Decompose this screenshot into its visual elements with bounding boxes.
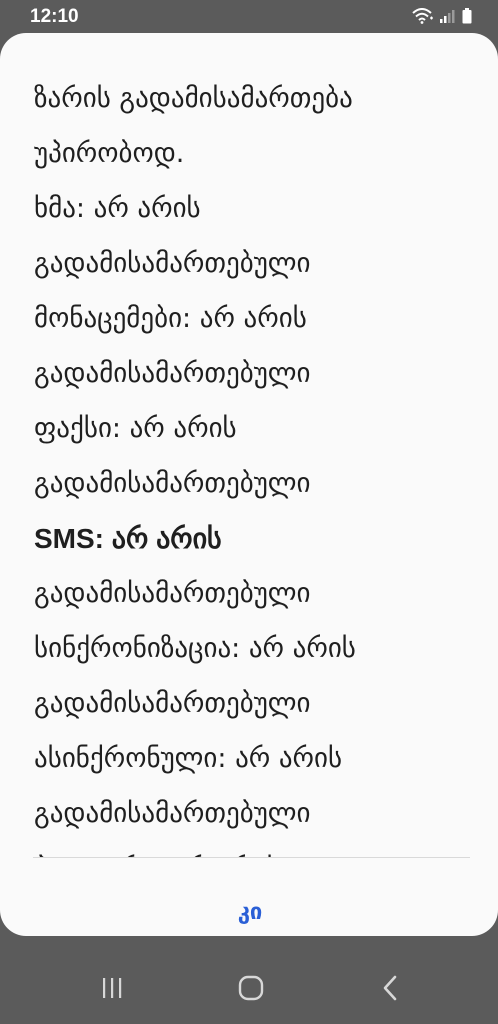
navigation-bar: [0, 950, 498, 1024]
message-line: მონაცემები: არ არის: [34, 303, 307, 334]
message-line: ფაქსი: არ არის: [34, 413, 237, 444]
battery-icon: [462, 8, 472, 24]
dialog-message[interactable]: ზარის გადამისამართება უპირობოდ. ხმა: არ …: [34, 71, 474, 857]
wifi-icon: [412, 8, 434, 24]
call-forwarding-dialog: ზარის გადამისამართება უპირობოდ. ხმა: არ …: [0, 33, 498, 936]
message-line: გადამისამართებული: [34, 468, 311, 499]
status-icons: [412, 8, 472, 24]
recent-apps-icon: [100, 977, 124, 1003]
message-line: ზარის გადამისამართება: [34, 83, 353, 114]
message-line: გადამისამართებული: [34, 248, 311, 279]
message-line: გადამისამართებული: [34, 798, 311, 829]
dialog-divider: [33, 857, 470, 858]
back-button[interactable]: [370, 970, 410, 1010]
status-time: 12:10: [30, 6, 79, 27]
message-line: პაკეტური: არ არის: [34, 841, 474, 857]
back-icon: [381, 975, 399, 1005]
home-button[interactable]: [231, 970, 271, 1010]
message-line: გადამისამართებული: [34, 688, 311, 719]
message-line: ასინქრონული: არ არის: [34, 743, 343, 774]
message-line: SMS: არ არის: [34, 523, 222, 554]
message-line: ხმა: არ არის: [34, 193, 201, 224]
message-line: გადამისამართებული: [34, 358, 311, 389]
signal-icon: [440, 9, 456, 23]
status-bar: 12:10: [0, 0, 498, 34]
message-line: სინქრონიზაცია: არ არის: [34, 633, 356, 664]
ok-button[interactable]: კი: [190, 888, 310, 936]
recent-apps-button[interactable]: [92, 970, 132, 1010]
home-icon: [238, 975, 264, 1005]
message-line: გადამისამართებული: [34, 578, 311, 609]
message-line: უპირობოდ.: [34, 138, 185, 169]
